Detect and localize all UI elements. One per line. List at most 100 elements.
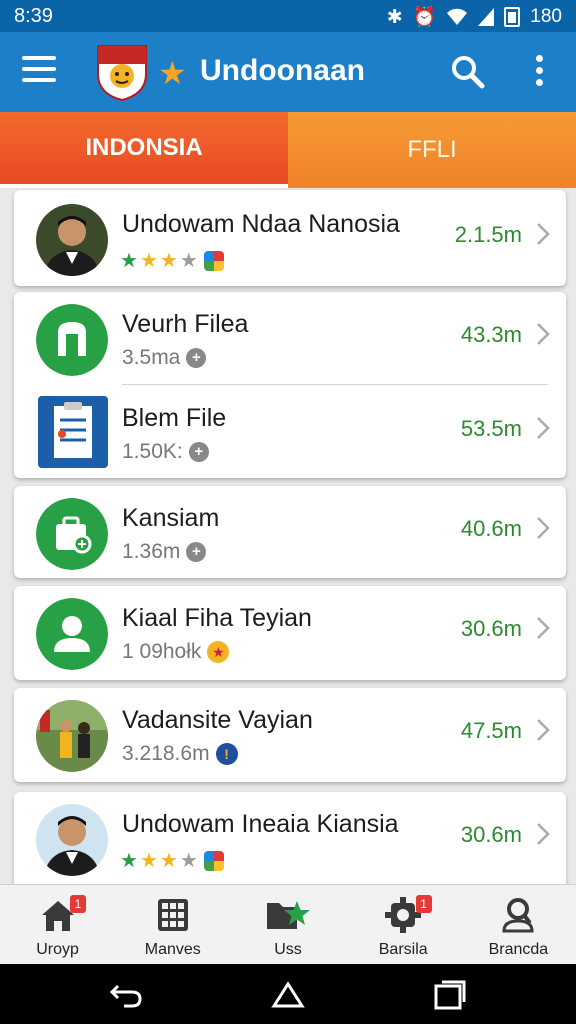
star-icon: ★ — [159, 850, 178, 872]
list-card: Kansiam 1.36m + 40.6m — [14, 486, 566, 578]
notification-badge: 1 — [70, 895, 86, 913]
chevron-right-icon — [537, 823, 550, 845]
menu-icon[interactable] — [22, 56, 56, 86]
briefcase-icon — [36, 498, 108, 570]
nav-label: Manves — [144, 941, 201, 958]
nav-item-uroyp[interactable]: 1 Uroyp — [0, 885, 115, 964]
file-list: Undowam Ndaa Nanosia ★ ★ ★ ★ 2.1.5m Veur… — [0, 188, 576, 884]
chevron-right-icon — [537, 223, 550, 245]
battery-text: 180 — [530, 6, 562, 27]
avatar — [36, 804, 108, 876]
item-meta: 1 09hołk ★ — [122, 640, 230, 664]
star-icon: ★ — [179, 250, 198, 272]
list-item[interactable]: Undowam Ndaa Nanosia ★ ★ ★ ★ 2.1.5m — [14, 192, 566, 284]
list-item[interactable]: Blem File 1.50K: + 53.5m — [14, 386, 566, 478]
profile-search-icon — [502, 898, 534, 933]
item-subtext: 3.218.6m — [122, 742, 210, 765]
item-meta: 1.36m + — [122, 540, 207, 564]
star-icon: ★ — [139, 850, 158, 872]
file-app-icon — [36, 304, 108, 376]
item-name: Kiaal Fiha Teyian — [122, 604, 312, 632]
photo-avatar — [36, 700, 108, 772]
tab-ffli[interactable]: FFLI — [288, 112, 576, 188]
list-card: Undowam Ndaa Nanosia ★ ★ ★ ★ 2.1.5m — [14, 190, 566, 286]
plus-icon: + — [186, 542, 207, 562]
nav-item-manves[interactable]: Manves — [115, 885, 230, 964]
user-icon — [36, 598, 108, 670]
nav-item-barsila[interactable]: 1 Barsila — [346, 885, 461, 964]
star-icon: ★ — [139, 250, 158, 272]
signal-icon — [478, 8, 495, 26]
item-meta: 1.50K: + — [122, 440, 209, 464]
folder-star-icon — [267, 901, 310, 929]
chevron-right-icon — [537, 417, 550, 439]
item-name: Blem File — [122, 404, 227, 432]
list-item[interactable]: Veurh Filea 3.5ma + 43.3m — [14, 292, 566, 384]
back-icon[interactable] — [108, 980, 144, 1010]
item-subtext: 1.36m — [122, 540, 181, 563]
wifi-icon — [447, 8, 468, 25]
app-badge-icon — [203, 850, 224, 871]
nav-label: Uss — [274, 941, 302, 958]
item-size: 47.5m — [460, 718, 522, 743]
nav-item-uss[interactable]: Uss — [230, 885, 345, 964]
nav-label: Barsila — [378, 941, 428, 958]
item-name: Vadansite Vayian — [122, 706, 313, 734]
list-card: Vadansite Vayian 3.218.6m ! 47.5m — [14, 688, 566, 782]
document-icon — [38, 396, 108, 468]
star-icon: ★ — [120, 250, 138, 272]
item-size: 2.1.5m — [454, 222, 522, 247]
status-icons: ✱ ⏰ 180 — [387, 5, 562, 29]
list-item[interactable]: Undowam Ineaia Kiansia ★ ★ ★ ★ 30.6m — [14, 792, 566, 884]
star-icon: ★ — [159, 250, 178, 272]
status-bar: 8:39 ✱ ⏰ 180 — [0, 0, 576, 32]
status-time: 8:39 — [14, 5, 53, 27]
chevron-right-icon — [537, 517, 550, 539]
item-name: Undowam Ineaia Kiansia — [122, 810, 399, 838]
home-button-icon[interactable] — [270, 980, 306, 1010]
item-size: 40.6m — [460, 516, 522, 541]
nav-item-brancda[interactable]: Brancda — [461, 885, 576, 964]
item-name: Kansiam — [122, 504, 220, 532]
badge-icon: ! — [215, 743, 238, 765]
list-item[interactable]: Vadansite Vayian 3.218.6m ! 47.5m — [14, 688, 566, 780]
battery-icon — [504, 7, 521, 27]
tab-indonsia[interactable]: INDONSIA — [0, 112, 288, 188]
star-icon: ★ — [179, 850, 198, 872]
emoji-icon: ★ — [207, 641, 230, 663]
list-card: Veurh Filea 3.5ma + 43.3m Blem File 1.50… — [14, 292, 566, 478]
chevron-right-icon — [537, 323, 550, 345]
notification-badge: 1 — [415, 895, 432, 913]
app-bar: ★ Undoonaan — [0, 32, 576, 112]
item-size: 43.3m — [460, 322, 522, 347]
list-item[interactable]: Kansiam 1.36m + 40.6m — [14, 486, 566, 578]
item-subtext: 1 09hołk — [122, 640, 202, 663]
system-nav-bar — [0, 964, 576, 1024]
avatar — [36, 204, 108, 276]
grid-icon — [157, 899, 188, 931]
item-name: Undowam Ndaa Nanosia — [122, 210, 400, 238]
list-card: Kiaal Fiha Teyian 1 09hołk ★ 30.6m — [14, 586, 566, 680]
item-meta: 3.5ma + — [122, 346, 207, 370]
item-size: 30.6m — [460, 822, 522, 847]
nav-label: Brancda — [488, 941, 549, 958]
item-name: Veurh Filea — [122, 310, 249, 338]
bluetooth-icon: ✱ — [386, 6, 403, 28]
app-title: Undoonaan — [200, 54, 365, 87]
rating: ★ ★ ★ ★ — [120, 848, 224, 873]
plus-icon: + — [188, 442, 209, 462]
more-vert-icon[interactable] — [524, 52, 554, 92]
star-icon: ★ — [120, 850, 138, 872]
recents-icon[interactable] — [432, 980, 468, 1010]
list-card: Undowam Ineaia Kiansia ★ ★ ★ ★ 30.6m — [14, 792, 566, 884]
alarm-icon: ⏰ — [412, 7, 437, 28]
bottom-nav: 1 Uroyp Manves Uss 1 Barsila Brancda — [0, 884, 576, 964]
nav-label: Uroyp — [36, 941, 79, 958]
item-subtext: 1.50K: — [122, 440, 183, 463]
item-size: 30.6m — [460, 616, 522, 641]
search-icon[interactable] — [448, 52, 488, 92]
app-badge-icon — [203, 250, 224, 271]
chevron-right-icon — [537, 719, 550, 741]
list-item[interactable]: Kiaal Fiha Teyian 1 09hołk ★ 30.6m — [14, 586, 566, 678]
item-size: 53.5m — [460, 416, 522, 441]
